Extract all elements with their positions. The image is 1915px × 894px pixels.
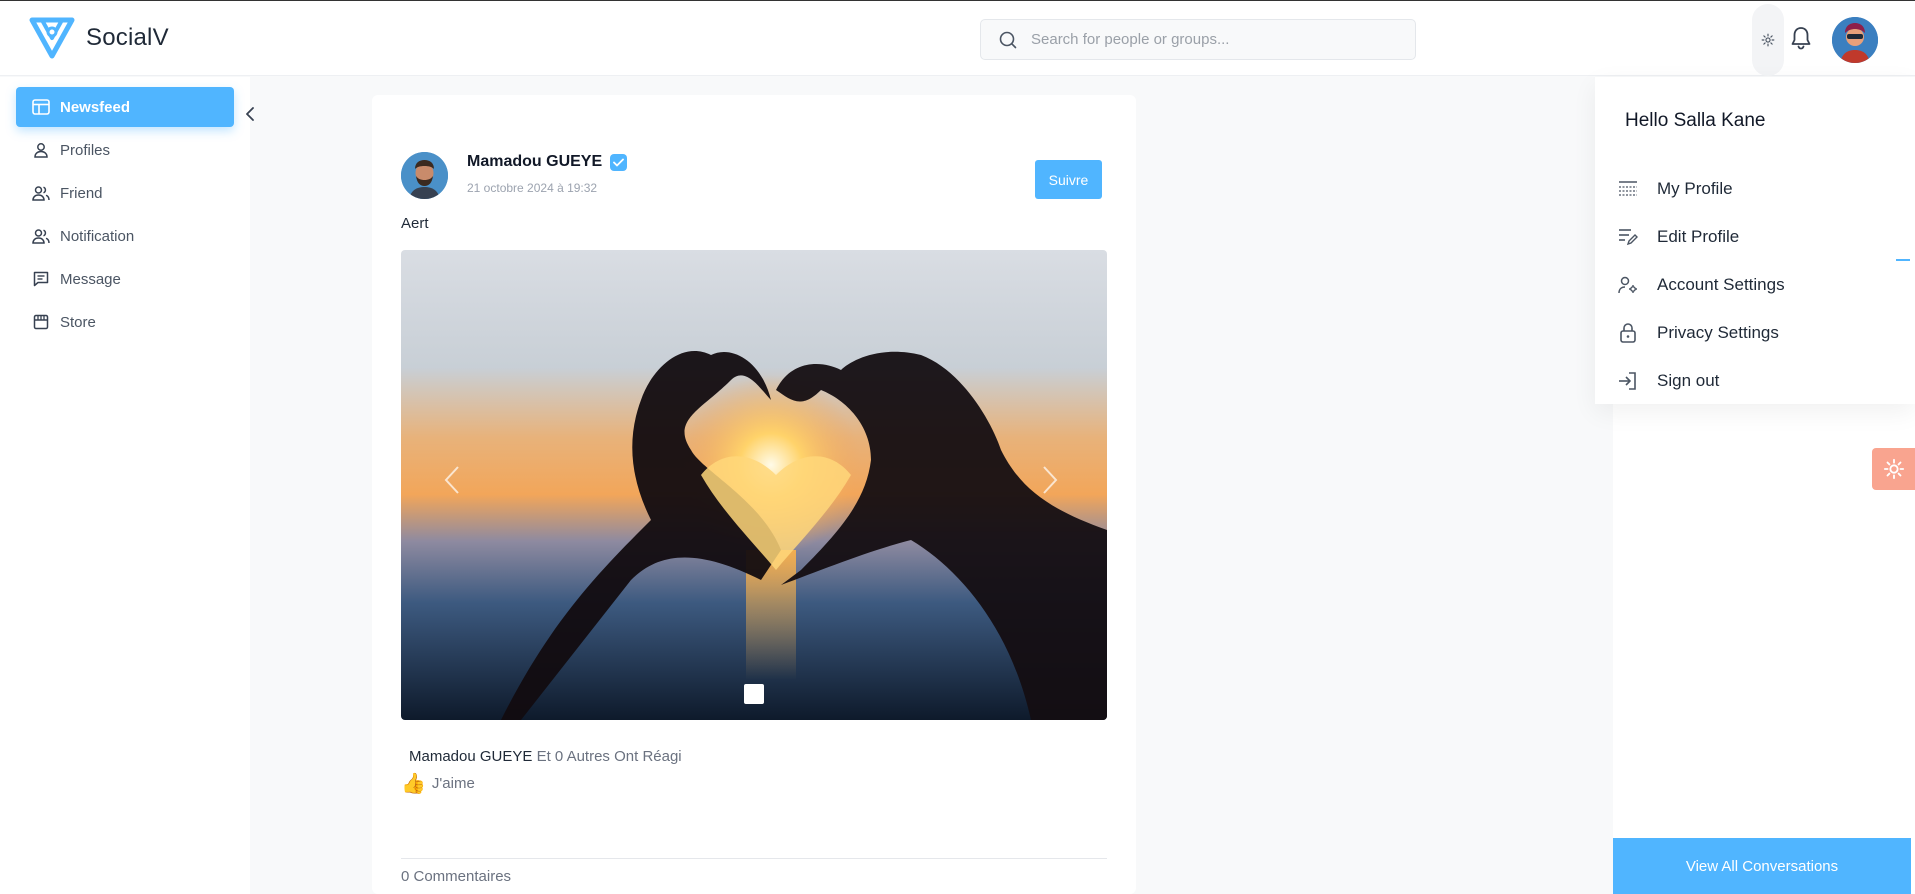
edit-profile-icon <box>1617 226 1639 248</box>
lock-icon <box>1617 322 1639 344</box>
gear-icon <box>1883 458 1904 480</box>
greeting: Hello Salla Kane <box>1625 110 1766 131</box>
chevron-left-icon <box>444 466 459 494</box>
profile-card-icon <box>1617 178 1639 200</box>
settings-button[interactable] <box>1752 4 1784 76</box>
menu-item-label: Sign out <box>1657 371 1720 390</box>
bell-icon <box>1791 27 1811 50</box>
sidebar-item-message[interactable]: Message <box>16 259 234 299</box>
sidebar-collapse-toggle[interactable] <box>240 102 260 126</box>
reactions-summary: Mamadou GUEYE Et 0 Autres Ont Réagi <box>409 748 682 765</box>
users-icon <box>32 184 50 202</box>
chevron-left-icon <box>246 107 254 121</box>
logo[interactable]: SocialV <box>28 16 169 60</box>
newsfeed-icon <box>32 98 50 116</box>
menu-item-label: Account Settings <box>1657 275 1785 294</box>
like-button[interactable]: 👍 J'aime <box>401 771 475 796</box>
view-all-conversations-button[interactable]: View All Conversations <box>1613 838 1911 894</box>
sidebar-item-label: Newsfeed <box>60 98 131 116</box>
post-text: Aert <box>401 215 429 232</box>
account-settings-icon <box>1617 274 1639 296</box>
sidebar: Newsfeed Profiles Friend Notification Me… <box>0 77 250 894</box>
menu-item-my-profile[interactable]: My Profile <box>1617 174 1877 204</box>
carousel-prev-button[interactable] <box>437 460 467 500</box>
app-name: SocialV <box>86 24 169 51</box>
post-image-carousel[interactable] <box>401 250 1107 720</box>
comments-count[interactable]: 0 Commentaires <box>401 868 511 885</box>
follow-button[interactable]: Suivre <box>1035 160 1102 199</box>
menu-item-label: Privacy Settings <box>1657 323 1779 342</box>
message-icon <box>32 270 50 288</box>
sidebar-item-notification[interactable]: Notification <box>16 216 234 256</box>
theme-settings-button[interactable] <box>1872 448 1915 490</box>
divider <box>401 858 1107 859</box>
chevron-right-icon <box>1043 466 1058 494</box>
gear-icon <box>1761 33 1775 47</box>
post-author[interactable]: Mamadou GUEYE <box>467 153 628 171</box>
like-label: J'aime <box>431 775 475 792</box>
socialv-logo-icon <box>29 17 75 59</box>
post-card: Mamadou GUEYE 21 octobre 2024 à 19:32 Su… <box>372 95 1136 894</box>
profile-dropdown-menu: Hello Salla Kane My Profile Edit Profile… <box>1595 77 1915 404</box>
sidebar-item-label: Profiles <box>60 141 111 159</box>
sidebar-item-friend[interactable]: Friend <box>16 173 234 213</box>
post-author-name: Mamadou GUEYE <box>467 153 603 170</box>
menu-item-label: Edit Profile <box>1657 227 1740 246</box>
sidebar-item-label: Friend <box>60 184 103 202</box>
post-author-avatar[interactable] <box>401 152 448 199</box>
accent-line <box>1896 259 1910 261</box>
menu-item-sign-out[interactable]: Sign out <box>1617 366 1877 396</box>
menu-item-privacy-settings[interactable]: Privacy Settings <box>1617 318 1877 348</box>
sign-out-icon <box>1617 370 1639 392</box>
search-bar <box>980 19 1416 60</box>
search-input[interactable] <box>1031 31 1391 48</box>
avatar <box>1832 17 1878 63</box>
top-header: SocialV <box>0 0 1915 76</box>
reaction-user: Mamadou GUEYE <box>409 748 533 765</box>
menu-item-edit-profile[interactable]: Edit Profile <box>1617 222 1877 252</box>
user-icon <box>32 141 50 159</box>
carousel-next-button[interactable] <box>1035 460 1065 500</box>
store-icon <box>32 313 50 331</box>
sidebar-item-label: Store <box>60 313 96 331</box>
thumbs-up-icon: 👍 <box>401 773 426 795</box>
sidebar-item-profiles[interactable]: Profiles <box>16 130 234 170</box>
menu-item-account-settings[interactable]: Account Settings <box>1617 270 1877 300</box>
reaction-suffix: Et 0 Autres Ont Réagi <box>536 748 682 765</box>
verified-badge-icon <box>610 153 628 171</box>
user-avatar[interactable] <box>1832 17 1878 63</box>
sidebar-item-store[interactable]: Store <box>16 302 234 342</box>
post-date: 21 octobre 2024 à 19:32 <box>467 181 598 195</box>
sunset-heart-hands-image <box>401 250 1107 720</box>
sidebar-item-newsfeed[interactable]: Newsfeed <box>16 87 234 127</box>
notifications-button[interactable] <box>1790 25 1814 53</box>
users-icon <box>32 227 50 245</box>
carousel-indicator[interactable] <box>744 684 764 704</box>
sidebar-item-label: Message <box>60 270 121 288</box>
avatar <box>401 152 448 199</box>
search-icon <box>999 31 1017 48</box>
sidebar-item-label: Notification <box>60 227 135 245</box>
menu-item-label: My Profile <box>1657 179 1733 198</box>
